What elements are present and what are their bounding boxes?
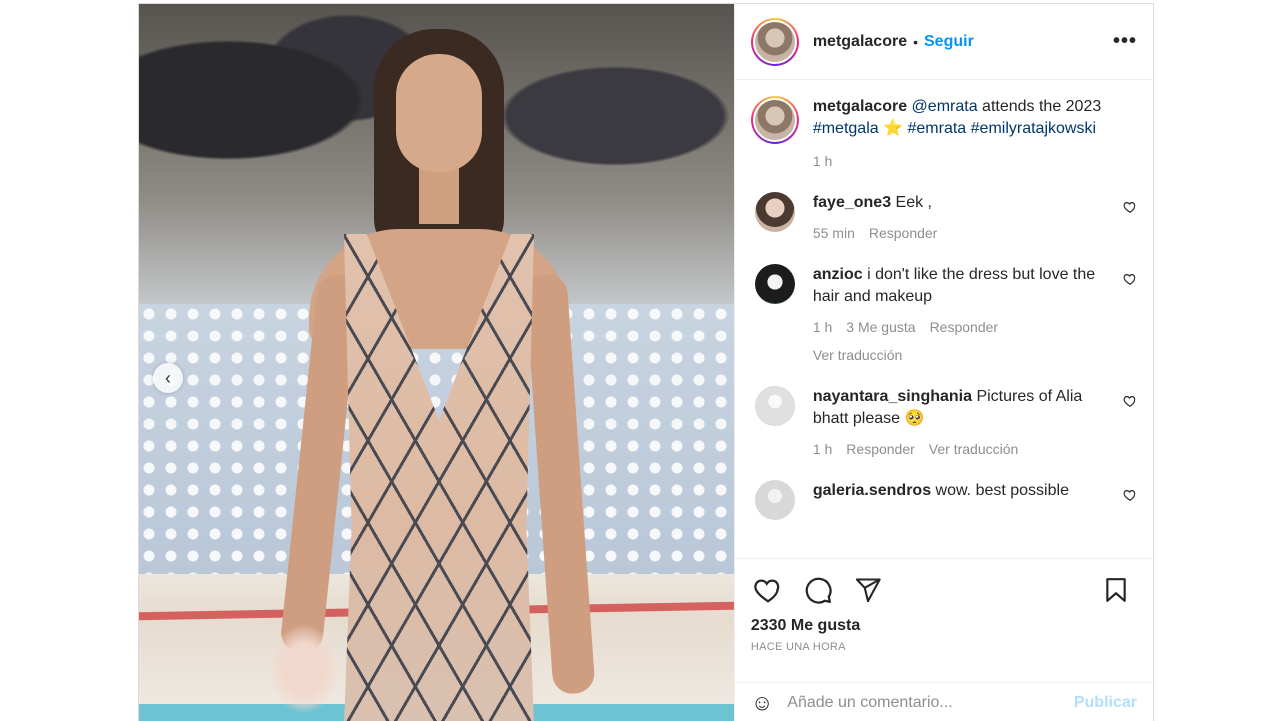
comment-input[interactable]: Añade un comentario...	[787, 694, 1074, 712]
like-comment-heart-icon[interactable]	[1123, 488, 1137, 505]
hashtag-emilyratajkowski[interactable]: #emilyratajkowski	[971, 120, 1096, 137]
post-header: metgalacore • Seguir •••	[734, 4, 1153, 80]
comments-list[interactable]: metgalacore @emrata attends the 2023 #me…	[735, 80, 1153, 558]
comment-text: wow. best possible	[931, 482, 1069, 499]
more-horizontal-icon[interactable]: •••	[1113, 30, 1137, 53]
previous-photo-button[interactable]: ‹	[153, 363, 183, 393]
like-comment-heart-icon[interactable]	[1123, 394, 1137, 411]
caption-text: metgalacore @emrata attends the 2023 #me…	[813, 96, 1137, 172]
caption-avatar[interactable]	[750, 96, 799, 144]
reply-button[interactable]: Responder	[869, 222, 938, 244]
reply-button[interactable]: Responder	[846, 438, 915, 460]
bookmark-save-icon[interactable]	[1099, 573, 1133, 607]
caption-time: 1 h	[812, 153, 833, 169]
comment-item: faye_one3 Eek , 55 min Responder	[751, 192, 1137, 244]
post-timestamp: HACE UNA HORA	[750, 641, 846, 653]
commenter-avatar[interactable]	[754, 386, 795, 426]
post-details-panel: metgalacore • Seguir ••• metgalacore @em…	[733, 4, 1153, 721]
mention-link[interactable]: @emrata	[912, 98, 978, 115]
face	[396, 54, 482, 172]
author-avatar[interactable]	[750, 17, 799, 66]
share-paper-plane-icon[interactable]	[851, 573, 885, 607]
likes-count[interactable]: 2330 Me gusta	[751, 617, 1137, 635]
like-comment-heart-icon[interactable]	[1123, 272, 1137, 289]
author-username[interactable]: metgalacore	[813, 33, 907, 51]
emoji-icon[interactable]: ☺	[751, 690, 773, 716]
separator-dot: •	[913, 33, 918, 50]
follow-button[interactable]: Seguir	[924, 33, 974, 51]
caption-username[interactable]: metgalacore	[813, 98, 907, 115]
like-heart-icon[interactable]	[751, 573, 785, 607]
comment-text: Eek ,	[891, 194, 932, 211]
commenter-username[interactable]: nayantara_singhania	[813, 388, 972, 405]
see-translation-button[interactable]: Ver traducción	[929, 438, 1019, 460]
commenter-username[interactable]: galeria.sendros	[813, 482, 931, 499]
comment-item: anzioc i don't like the dress but love t…	[751, 264, 1137, 366]
star-emoji: ⭐	[883, 120, 904, 137]
comment-item: galeria.sendros wow. best possible	[751, 480, 1137, 520]
comment-likes[interactable]: 3 Me gusta	[846, 316, 915, 338]
post-photo: ‹	[139, 4, 734, 721]
publish-button[interactable]: Publicar	[1074, 694, 1137, 712]
hashtag-metgala[interactable]: #metgala	[813, 120, 879, 137]
feather-cuff	[269, 624, 339, 714]
commenter-avatar[interactable]	[754, 480, 795, 520]
see-translation-button[interactable]: Ver traducción	[813, 344, 1098, 366]
comment-time: 1 h	[812, 319, 833, 335]
comment-bubble-icon[interactable]	[801, 573, 835, 607]
post-actions: 2330 Me gusta HACE UNA HORA	[734, 558, 1153, 682]
caption-body: attends the 2023	[977, 98, 1102, 115]
chevron-left-icon: ‹	[165, 367, 171, 388]
reply-button[interactable]: Responder	[930, 316, 999, 338]
right-arm	[524, 273, 596, 695]
comment-time: 55 min	[812, 225, 855, 241]
comment-item: nayantara_singhania Pictures of Alia bha…	[751, 386, 1137, 460]
comment-time: 1 h	[812, 441, 833, 457]
hashtag-emrata[interactable]: #emrata	[907, 120, 966, 137]
commenter-username[interactable]: faye_one3	[813, 194, 891, 211]
commenter-username[interactable]: anzioc	[813, 266, 863, 283]
neck	[419, 164, 459, 224]
post-caption: metgalacore @emrata attends the 2023 #me…	[750, 96, 1137, 172]
add-comment-bar: ☺ Añade un comentario... Publicar	[734, 682, 1153, 721]
post-modal: ‹ metgalacore • Seguir ••• metgalacore @…	[138, 3, 1154, 721]
commenter-avatar[interactable]	[754, 192, 795, 232]
commenter-avatar[interactable]	[754, 264, 795, 304]
like-comment-heart-icon[interactable]	[1123, 200, 1137, 217]
woman-figure	[269, 24, 596, 721]
